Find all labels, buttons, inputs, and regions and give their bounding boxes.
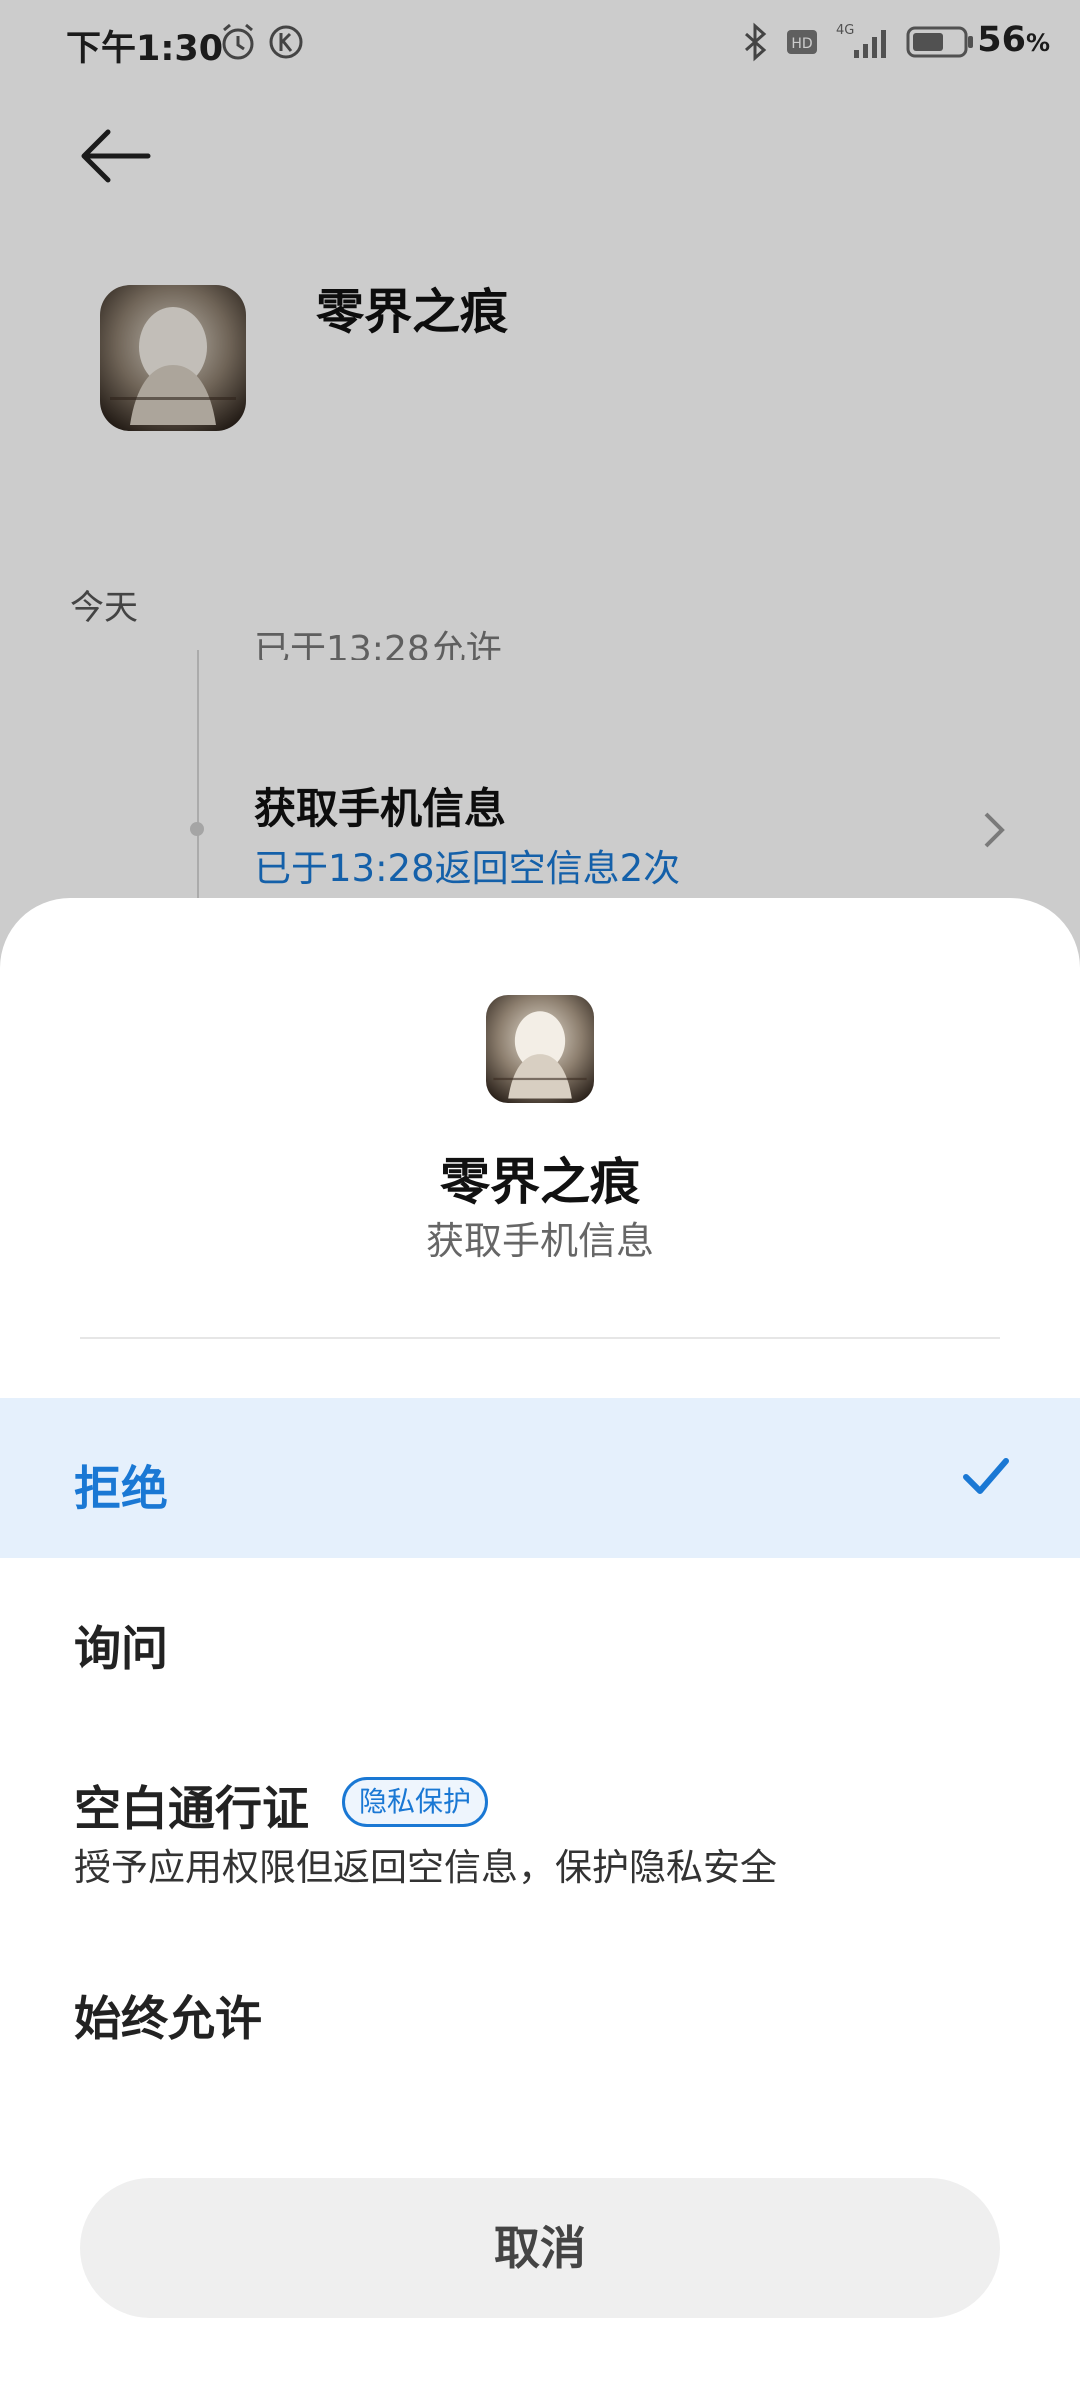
option-blank-pass-description: 授予应用权限但返回空信息，保护隐私安全 (74, 1846, 777, 1889)
sheet-app-icon (486, 995, 594, 1103)
privacy-badge: 隐私保护 (342, 1777, 489, 1827)
option-always-allow[interactable]: 始终允许 (74, 1980, 262, 2049)
option-deny-label[interactable]: 拒绝 (74, 1450, 168, 1519)
sheet-permission-name: 获取手机信息 (425, 1219, 654, 1263)
cancel-button[interactable]: 取消 (80, 2178, 1000, 2318)
sheet-app-name: 零界之痕 (440, 1153, 640, 1211)
screen: 下午1:30 HD 4G 56% 零界之痕 今天 已于13:28允许 获取手机信… (0, 0, 1080, 2400)
option-ask[interactable]: 询问 (74, 1610, 168, 1679)
option-blank-pass[interactable]: 空白通行证 (74, 1770, 309, 1839)
checkmark-icon (963, 1458, 1009, 1494)
divider (80, 1337, 1000, 1339)
